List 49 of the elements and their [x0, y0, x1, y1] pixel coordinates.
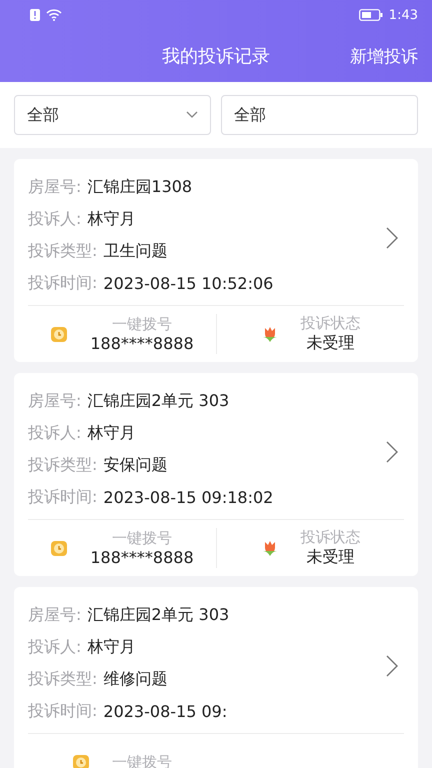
field-value: 汇锦庄园2单元 303 [87, 390, 230, 412]
status-label: 投诉状态 [300, 314, 360, 333]
field-value: 林守月 [87, 208, 136, 230]
call-label: 一键拨号 [112, 315, 172, 334]
clock-icon [50, 539, 68, 557]
call-label: 一键拨号 [112, 529, 172, 548]
field-label: 投诉类型: [28, 240, 98, 262]
field-label: 房屋号: [28, 604, 82, 626]
status-time: 1:43 [388, 8, 418, 22]
clock-icon [50, 325, 68, 343]
phone-number[interactable]: 188****8888 [90, 334, 194, 353]
battery-icon [358, 9, 383, 21]
field-label: 投诉时间: [28, 272, 98, 294]
field-label: 投诉类型: [28, 668, 98, 690]
field-value: 林守月 [87, 636, 136, 658]
chevron-right-icon [386, 655, 398, 677]
status-value: 未受理 [306, 333, 354, 354]
add-complaint-button[interactable]: 新增投诉 [350, 44, 418, 68]
field-label: 投诉时间: [28, 700, 98, 722]
field-value: 2023-08-15 09:18:02 [103, 488, 274, 506]
field-label: 投诉时间: [28, 486, 98, 508]
status-dropdown[interactable]: 全部 [14, 95, 211, 135]
field-label: 投诉人: [28, 636, 82, 658]
field-label: 投诉类型: [28, 454, 98, 476]
complaint-card[interactable]: 房屋号: 汇锦庄园1308 投诉人: 林守月 投诉类型: 卫生问题 投诉时间: 2023-08-15 10:52:06 一键拨号 188****8888 投诉状态 未受理 [14, 159, 418, 362]
chevron-right-icon [386, 441, 398, 463]
filter-field[interactable]: 全部 [221, 95, 418, 135]
page-title: 我的投诉记录 [162, 45, 270, 68]
status-label: 投诉状态 [300, 528, 360, 547]
phone-number[interactable]: 188****8888 [90, 548, 194, 567]
field-value: 林守月 [87, 422, 136, 444]
field-value: 2023-08-15 10:52:06 [103, 274, 274, 292]
chevron-down-icon [186, 111, 198, 119]
chevron-right-icon [386, 227, 398, 249]
field-label: 投诉人: [28, 422, 82, 444]
field-value: 安保问题 [103, 454, 168, 476]
field-value: 2023-08-15 09: [103, 702, 228, 720]
alert-icon [30, 9, 40, 21]
field-value: 汇锦庄园2单元 303 [87, 604, 230, 626]
field-value: 维修问题 [103, 668, 168, 690]
field-label: 投诉人: [28, 208, 82, 230]
complaint-card[interactable]: 房屋号: 汇锦庄园2单元 303 投诉人: 林守月 投诉类型: 安保问题 投诉时间: 2023-08-15 09:18:02 一键拨号 188****8888 投诉状态 未受理 [14, 373, 418, 576]
clock-icon [72, 753, 90, 768]
field-label: 房屋号: [28, 390, 82, 412]
status-value: 未受理 [306, 547, 354, 568]
field-label: 房屋号: [28, 176, 82, 198]
field-value: 汇锦庄园1308 [87, 176, 192, 198]
wifi-icon [46, 9, 62, 21]
field-value: 卫生问题 [103, 240, 168, 262]
